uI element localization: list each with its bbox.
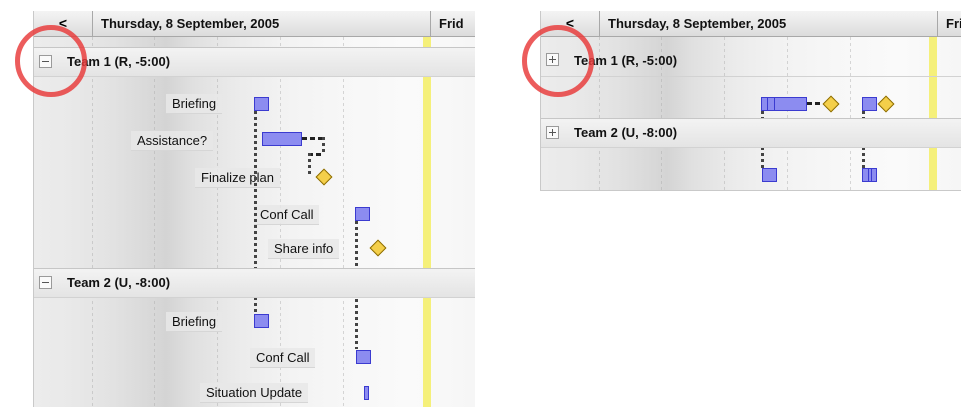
task-bar[interactable] <box>254 97 269 111</box>
plus-icon[interactable] <box>546 53 559 66</box>
team-name: Team 1 (R, -5:00) <box>574 53 678 68</box>
task-label: Share info <box>268 239 340 259</box>
task-bar[interactable] <box>767 97 775 111</box>
task-label: Briefing <box>166 94 223 114</box>
grid-line <box>92 37 93 407</box>
task-bar[interactable] <box>868 168 872 182</box>
minus-icon[interactable] <box>39 55 52 68</box>
next-date-header: Fri <box>946 16 961 31</box>
task-bar[interactable] <box>262 132 302 146</box>
date-header: Thursday, 8 September, 2005 <box>93 11 431 37</box>
gantt-view-expanded: < Thursday, 8 September, 2005 Frid Team … <box>33 11 475 407</box>
timeline-header: < Thursday, 8 September, 2005 Fri <box>541 11 961 37</box>
task-bar[interactable] <box>364 386 369 400</box>
previous-day-button[interactable]: < <box>541 11 600 37</box>
next-date-header: Frid <box>439 16 464 31</box>
task-label: Conf Call <box>250 348 316 368</box>
team-name: Team 2 (U, -8:00) <box>67 275 171 290</box>
today-marker <box>423 37 431 407</box>
task-bar[interactable] <box>762 168 777 182</box>
task-label: Situation Update <box>200 383 309 403</box>
team-row: Team 1 (R, -5:00) <box>34 47 475 77</box>
team-name: Team 2 (U, -8:00) <box>574 125 678 140</box>
previous-day-button[interactable]: < <box>34 11 93 37</box>
grid-line <box>217 37 218 407</box>
minus-icon[interactable] <box>39 276 52 289</box>
task-bar[interactable] <box>862 97 877 111</box>
task-bar[interactable] <box>356 350 371 364</box>
task-bar[interactable] <box>355 207 370 221</box>
plus-icon[interactable] <box>546 126 559 139</box>
task-label: Conf Call <box>254 205 320 225</box>
date-header: Thursday, 8 September, 2005 <box>600 11 938 37</box>
task-label: Briefing <box>166 312 223 332</box>
team-name: Team 1 (R, -5:00) <box>67 54 171 69</box>
gantt-view-collapsed: < Thursday, 8 September, 2005 Fri Team 1… <box>540 11 961 191</box>
timeline-header: < Thursday, 8 September, 2005 Frid <box>34 11 475 37</box>
grid-line <box>343 37 344 407</box>
team-row: Team 1 (R, -5:00) <box>541 47 961 77</box>
task-bar[interactable] <box>254 314 269 328</box>
dependency-line <box>807 102 821 105</box>
team-row: Team 2 (U, -8:00) <box>541 118 961 148</box>
grid-line <box>154 37 155 407</box>
team-row: Team 2 (U, -8:00) <box>34 268 475 298</box>
dependency-line <box>308 153 311 177</box>
dependency-line <box>302 137 324 140</box>
task-label: Assistance? <box>131 131 214 151</box>
task-label: Finalize plan <box>195 168 280 188</box>
